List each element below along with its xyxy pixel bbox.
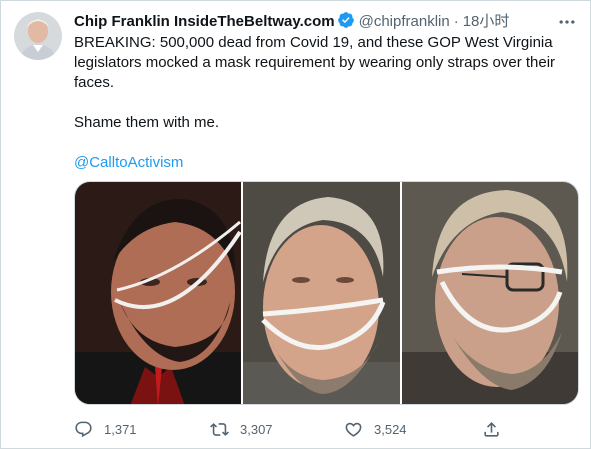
verified-badge-icon (337, 11, 355, 29)
tweet-text-line: BREAKING: 500,000 dead from Covid 19, an… (74, 34, 556, 91)
like-count: 3,524 (374, 421, 407, 437)
tweet-actions: 1,371 3,307 3,524 (74, 414, 514, 444)
more-options-icon[interactable] (557, 12, 577, 32)
author-name[interactable]: Chip Franklin InsideTheBeltway.com (74, 13, 335, 30)
share-button[interactable] (482, 414, 501, 444)
tweet-text: BREAKING: 500,000 dead from Covid 19, an… (74, 33, 579, 173)
mention-link[interactable]: @CalltoActivism (74, 154, 183, 171)
photo-3[interactable] (402, 182, 578, 404)
tweet-header: Chip Franklin InsideTheBeltway.com @chipf… (74, 11, 509, 31)
retweet-button[interactable]: 3,307 (210, 414, 273, 444)
tweet-time[interactable]: 18小时 (463, 13, 510, 30)
tweet-text-line: Shame them with me. (74, 114, 220, 131)
reply-icon (75, 421, 92, 437)
avatar[interactable] (14, 12, 62, 60)
media-grid[interactable] (74, 181, 579, 405)
like-button[interactable]: 3,524 (344, 414, 407, 444)
reply-button[interactable]: 1,371 (74, 414, 137, 444)
author-handle[interactable]: @chipfranklin (359, 13, 450, 30)
retweet-icon (210, 422, 229, 436)
photo-2[interactable] (243, 182, 400, 404)
like-icon (345, 422, 362, 437)
separator-dot: · (453, 13, 459, 30)
share-icon (484, 421, 499, 437)
photo-1[interactable] (75, 182, 241, 404)
retweet-count: 3,307 (240, 421, 273, 437)
reply-count: 1,371 (104, 421, 137, 437)
